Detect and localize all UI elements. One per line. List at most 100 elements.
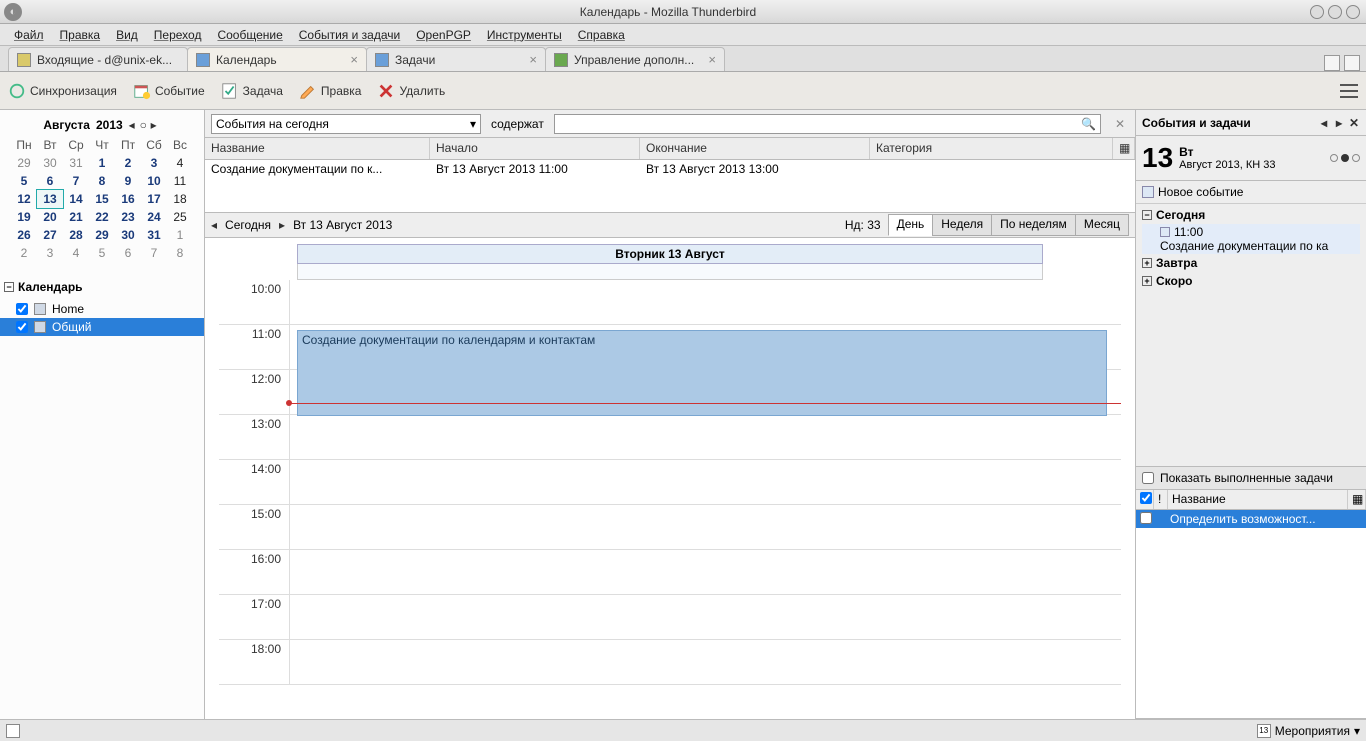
minical-day[interactable]: 4 (63, 244, 89, 262)
status-left-icon[interactable] (6, 724, 20, 738)
minical-day[interactable]: 29 (11, 154, 37, 172)
tab[interactable]: Задачи× (366, 47, 546, 71)
minical-day[interactable]: 10 (141, 172, 167, 190)
tab-close-icon[interactable]: × (708, 52, 716, 67)
task-name-col[interactable]: Название (1168, 490, 1348, 509)
day-grid[interactable]: 10:0011:0012:0013:0014:0015:0016:0017:00… (219, 280, 1121, 741)
menu-item[interactable]: Переход (154, 28, 202, 42)
status-day-icon[interactable]: 13 (1257, 724, 1271, 738)
calendar-list-header[interactable]: − Календарь (0, 274, 204, 300)
dot-prev-icon[interactable] (1330, 154, 1338, 162)
search-icon[interactable]: 🔍 (1077, 117, 1100, 131)
mini-calendar[interactable]: ПнВтСрЧтПтСбВс 2930311234567891011121314… (11, 136, 193, 262)
prev-day-icon[interactable]: ◂ (211, 218, 217, 232)
tab[interactable]: Календарь× (187, 47, 367, 71)
hour-cell[interactable] (289, 505, 1121, 549)
minical-day[interactable]: 3 (37, 244, 63, 262)
col-name[interactable]: Название (205, 138, 430, 159)
minical-day[interactable]: 4 (167, 154, 193, 172)
status-events-label[interactable]: Мероприятия (1275, 724, 1350, 738)
search-input[interactable] (555, 117, 1077, 131)
minical-day[interactable]: 7 (63, 172, 89, 190)
soon-section-header[interactable]: + Скоро (1142, 272, 1360, 290)
minical-day[interactable]: 1 (167, 226, 193, 244)
minical-day[interactable]: 2 (115, 154, 141, 172)
minical-day[interactable]: 30 (37, 154, 63, 172)
view-tab[interactable]: День (888, 214, 934, 236)
menu-icon[interactable] (1340, 84, 1358, 98)
menu-item[interactable]: Файл (14, 28, 44, 42)
minical-day[interactable]: 5 (89, 244, 115, 262)
task-row[interactable]: Определить возможност... (1136, 510, 1366, 528)
minical-day[interactable]: 5 (11, 172, 37, 190)
minical-day[interactable]: 18 (167, 190, 193, 208)
filter-search-input[interactable]: 🔍 (554, 114, 1101, 134)
minical-day[interactable]: 12 (11, 190, 37, 208)
minical-day[interactable]: 31 (63, 154, 89, 172)
show-done-checkbox[interactable] (1142, 472, 1154, 484)
minical-month[interactable]: Августа (43, 118, 90, 132)
minical-day[interactable]: 8 (89, 172, 115, 190)
minical-day[interactable]: 15 (89, 190, 115, 208)
hour-cell[interactable] (289, 280, 1121, 324)
calendar-checkbox[interactable] (16, 303, 28, 315)
minical-day[interactable]: 7 (141, 244, 167, 262)
tab[interactable]: Входящие - d@unix-ek... (8, 47, 188, 71)
hour-cell[interactable] (289, 550, 1121, 594)
minical-day[interactable]: 19 (11, 208, 37, 226)
rp-close-icon[interactable]: ✕ (1348, 116, 1360, 130)
minical-day[interactable]: 6 (115, 244, 141, 262)
new-task-button[interactable]: Задача (221, 82, 283, 100)
calendar-list-item[interactable]: Общий (0, 318, 204, 336)
tab-close-icon[interactable]: × (350, 52, 358, 67)
allday-row[interactable] (297, 264, 1043, 280)
menu-item[interactable]: События и задачи (299, 28, 400, 42)
today-button[interactable]: Сегодня (225, 218, 271, 232)
tab-close-icon[interactable]: × (529, 52, 537, 67)
menu-item[interactable]: Инструменты (487, 28, 562, 42)
minical-day[interactable]: 14 (63, 190, 89, 208)
rp-prev-icon[interactable]: ◂ (1318, 116, 1330, 130)
today-section-header[interactable]: − Сегодня (1142, 206, 1360, 224)
calendar-checkbox[interactable] (16, 321, 28, 333)
col-end[interactable]: Окончание (640, 138, 870, 159)
minical-day[interactable]: 1 (89, 154, 115, 172)
minical-year[interactable]: 2013 (96, 118, 123, 132)
minical-next-icon[interactable]: ▸ (151, 118, 161, 132)
menu-item[interactable]: Правка (60, 28, 101, 42)
hour-cell[interactable] (289, 595, 1121, 639)
menu-item[interactable]: Вид (116, 28, 138, 42)
minical-day[interactable]: 28 (63, 226, 89, 244)
minical-day[interactable]: 20 (37, 208, 63, 226)
minical-day[interactable]: 27 (37, 226, 63, 244)
rp-next-icon[interactable]: ▸ (1333, 116, 1345, 130)
minical-day[interactable]: 9 (115, 172, 141, 190)
tab[interactable]: Управление дополн...× (545, 47, 725, 71)
next-day-icon[interactable]: ▸ (279, 218, 285, 232)
close-button[interactable] (1346, 5, 1360, 19)
minimize-button[interactable] (1310, 5, 1324, 19)
view-tab[interactable]: По неделям (991, 214, 1076, 236)
minical-day[interactable]: 2 (11, 244, 37, 262)
minus-icon[interactable]: − (4, 282, 14, 292)
hour-cell[interactable] (289, 640, 1121, 684)
filter-close-icon[interactable]: ✕ (1111, 117, 1129, 131)
menu-item[interactable]: OpenPGP (416, 28, 471, 42)
tasks-pane-icon[interactable] (1344, 55, 1360, 71)
minical-day[interactable]: 23 (115, 208, 141, 226)
task-check-col[interactable] (1136, 490, 1154, 509)
minical-day[interactable]: 22 (89, 208, 115, 226)
view-tab[interactable]: Месяц (1075, 214, 1129, 236)
minical-day[interactable]: 31 (141, 226, 167, 244)
maximize-button[interactable] (1328, 5, 1342, 19)
view-tab[interactable]: Неделя (932, 214, 992, 236)
dot-next-icon[interactable] (1352, 154, 1360, 162)
tomorrow-section-header[interactable]: + Завтра (1142, 254, 1360, 272)
task-priority-col[interactable]: ! (1154, 490, 1168, 509)
col-category[interactable]: Категория (870, 138, 1113, 159)
minical-day[interactable]: 29 (89, 226, 115, 244)
sync-button[interactable]: Синхронизация (8, 82, 117, 100)
minical-day[interactable]: 13 (37, 190, 63, 208)
minical-prev-icon[interactable]: ◂ (129, 118, 139, 132)
minical-day[interactable]: 8 (167, 244, 193, 262)
